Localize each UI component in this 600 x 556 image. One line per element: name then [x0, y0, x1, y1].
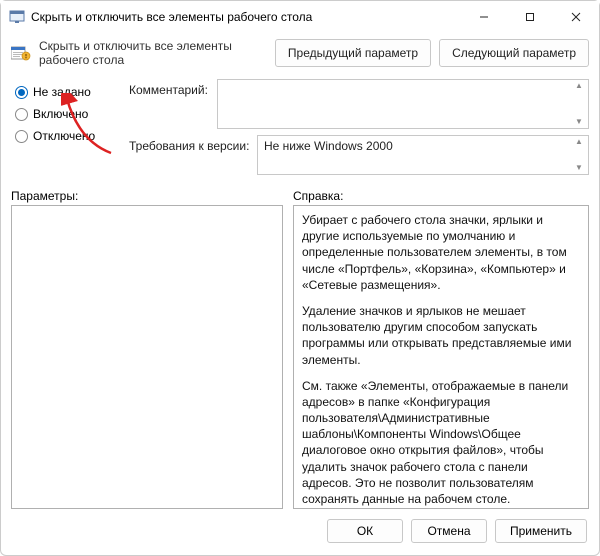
- prev-setting-button[interactable]: Предыдущий параметр: [275, 39, 431, 67]
- app-icon: [9, 9, 25, 25]
- scroll-down-icon[interactable]: ▼: [572, 117, 586, 127]
- scroll-arrows: ▲ ▼: [572, 136, 586, 174]
- requirements-value: Не ниже Windows 2000: [264, 139, 393, 153]
- radio-not-configured[interactable]: Не задано: [15, 85, 125, 99]
- comment-label: Комментарий:: [129, 79, 211, 97]
- scroll-up-icon[interactable]: ▲: [572, 81, 586, 91]
- next-setting-button[interactable]: Следующий параметр: [439, 39, 589, 67]
- policy-title: Скрыть и отключить все элементы рабочего…: [39, 39, 267, 67]
- radio-dot-icon: [15, 130, 28, 143]
- maximize-button[interactable]: [507, 1, 553, 33]
- params-label: Параметры:: [11, 189, 283, 203]
- help-pane: Убирает с рабочего стола значки, ярлыки …: [293, 205, 589, 509]
- scroll-arrows: ▲ ▼: [572, 80, 586, 128]
- apply-button[interactable]: Применить: [495, 519, 587, 543]
- help-paragraph: Удаление значков и ярлыков не мешает пол…: [302, 303, 580, 368]
- minimize-button[interactable]: [461, 1, 507, 33]
- titlebar: Скрыть и отключить все элементы рабочего…: [1, 1, 599, 33]
- header-row: Скрыть и отключить все элементы рабочего…: [1, 33, 599, 75]
- close-button[interactable]: [553, 1, 599, 33]
- radio-label: Отключено: [33, 129, 95, 143]
- radio-disabled[interactable]: Отключено: [15, 129, 125, 143]
- radio-label: Не задано: [33, 85, 91, 99]
- split-labels: Параметры: Справка:: [1, 181, 599, 205]
- window-controls: [461, 1, 599, 33]
- radio-label: Включено: [33, 107, 88, 121]
- policy-icon: [11, 45, 31, 61]
- ok-button[interactable]: ОК: [327, 519, 403, 543]
- scroll-down-icon[interactable]: ▼: [572, 163, 586, 173]
- dialog-footer: ОК Отмена Применить: [1, 509, 599, 555]
- requirements-label: Требования к версии:: [129, 135, 251, 153]
- cancel-button[interactable]: Отмена: [411, 519, 487, 543]
- scroll-up-icon[interactable]: ▲: [572, 137, 586, 147]
- help-label: Справка:: [293, 189, 589, 203]
- radio-dot-icon: [15, 108, 28, 121]
- window-title: Скрыть и отключить все элементы рабочего…: [31, 10, 461, 24]
- split-panes: Убирает с рабочего стола значки, ярлыки …: [1, 205, 599, 509]
- requirements-box: Не ниже Windows 2000 ▲ ▼: [257, 135, 589, 175]
- help-paragraph: Убирает с рабочего стола значки, ярлыки …: [302, 212, 580, 293]
- config-section: Не задано Включено Отключено Комментарий…: [1, 75, 599, 181]
- fields-column: Комментарий: ▲ ▼ Требования к версии: Не…: [129, 79, 589, 181]
- radio-group: Не задано Включено Отключено: [15, 79, 125, 181]
- comment-textarea[interactable]: ▲ ▼: [217, 79, 589, 129]
- radio-enabled[interactable]: Включено: [15, 107, 125, 121]
- radio-dot-icon: [15, 86, 28, 99]
- help-paragraph: См. также «Элементы, отображаемые в пане…: [302, 378, 580, 508]
- params-pane: [11, 205, 283, 509]
